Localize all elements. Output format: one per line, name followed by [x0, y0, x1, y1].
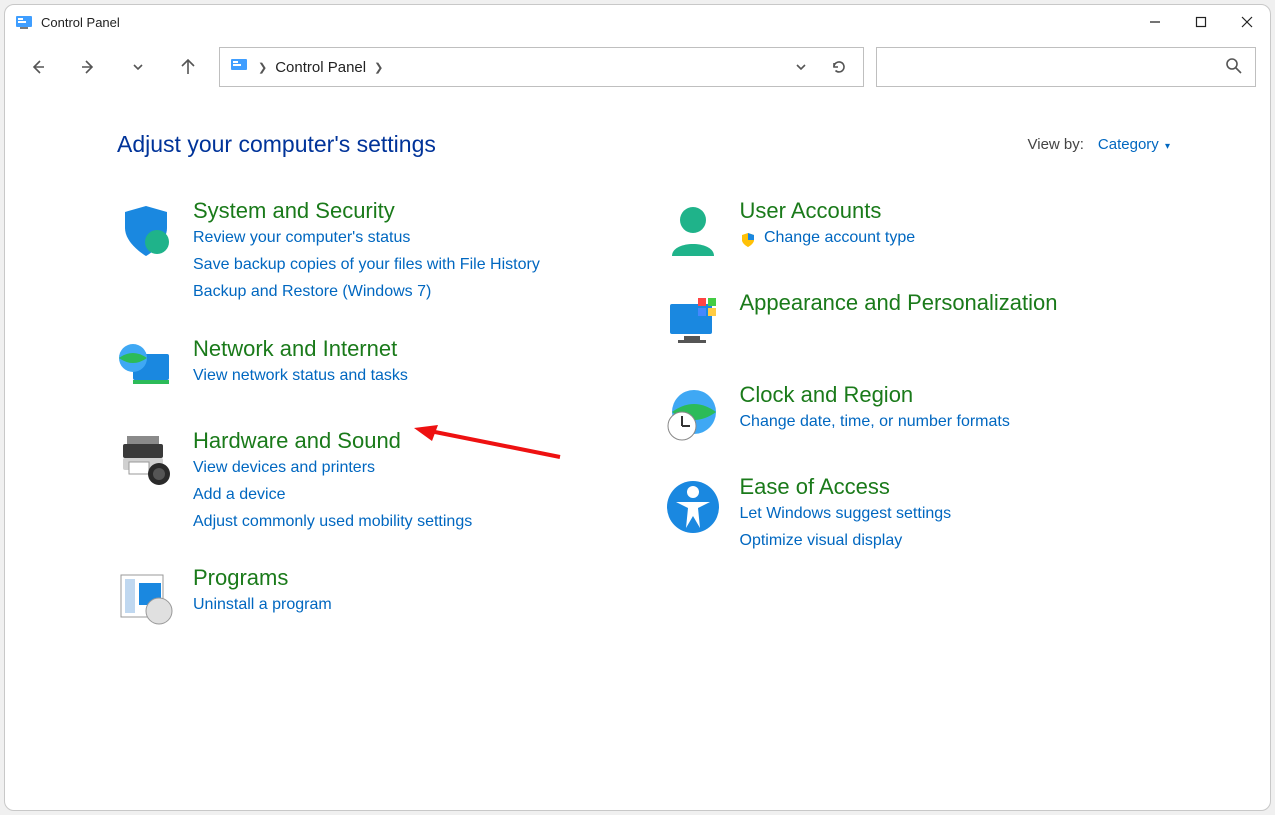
breadcrumb-segment[interactable]: Control Panel	[275, 59, 366, 76]
maximize-button[interactable]	[1178, 5, 1224, 39]
category-link-hardware-sound[interactable]: Hardware and Sound	[193, 428, 401, 453]
sublink-view-devices-printers[interactable]: View devices and printers	[193, 454, 472, 481]
toolbar: ❯ Control Panel ❯	[5, 39, 1270, 101]
sublink[interactable]: Save backup copies of your files with Fi…	[193, 251, 540, 278]
search-input[interactable]	[887, 59, 1225, 76]
category-system-security: System and Security Review your computer…	[117, 198, 624, 306]
up-button[interactable]	[169, 48, 207, 86]
content-area: Adjust your computer's settings View by:…	[5, 101, 1270, 810]
sublink[interactable]: Adjust commonly used mobility settings	[193, 508, 472, 535]
category-network-internet: Network and Internet View network status…	[117, 336, 624, 398]
refresh-button[interactable]	[825, 53, 853, 81]
category-clock-region: Clock and Region Change date, time, or n…	[664, 382, 1171, 444]
left-column: System and Security Review your computer…	[117, 198, 624, 657]
search-icon[interactable]	[1225, 57, 1245, 77]
view-by-control: View by: Category ▾	[1028, 136, 1171, 153]
accessibility-icon	[664, 478, 722, 536]
breadcrumb[interactable]: ❯ Control Panel ❯	[258, 59, 777, 76]
caret-down-icon: ▾	[1165, 141, 1170, 152]
category-user-accounts: User Accounts Change account type	[664, 198, 1171, 260]
view-by-dropdown[interactable]: Category ▾	[1098, 136, 1170, 153]
category-programs: Programs Uninstall a program	[117, 565, 624, 627]
back-button[interactable]	[19, 48, 57, 86]
programs-icon	[117, 569, 175, 627]
control-panel-window: Control Panel ❯ Control Panel ❯	[4, 4, 1271, 811]
shield-icon	[117, 202, 175, 260]
globe-monitor-icon	[117, 340, 175, 398]
category-appearance-personalization: Appearance and Personalization	[664, 290, 1171, 352]
close-button[interactable]	[1224, 5, 1270, 39]
sublink[interactable]: Review your computer's status	[193, 224, 540, 251]
category-hardware-sound: Hardware and Sound View devices and prin…	[117, 428, 624, 536]
titlebar: Control Panel	[5, 5, 1270, 39]
window-title: Control Panel	[41, 15, 1132, 30]
category-link-user-accounts[interactable]: User Accounts	[740, 198, 882, 223]
address-icon	[230, 56, 248, 79]
sublink[interactable]: Add a device	[193, 481, 472, 508]
address-bar[interactable]: ❯ Control Panel ❯	[219, 47, 864, 87]
category-ease-of-access: Ease of Access Let Windows suggest setti…	[664, 474, 1171, 554]
chevron-right-icon: ❯	[258, 61, 267, 74]
sublink-label: Change account type	[764, 229, 915, 246]
sublink[interactable]: Let Windows suggest settings	[740, 500, 952, 527]
recent-dropdown-button[interactable]	[119, 48, 157, 86]
uac-shield-icon	[740, 230, 756, 246]
printer-camera-icon	[117, 432, 175, 490]
view-by-label: View by:	[1028, 136, 1084, 153]
user-icon	[664, 202, 722, 260]
forward-button[interactable]	[69, 48, 107, 86]
category-link-network-internet[interactable]: Network and Internet	[193, 336, 397, 361]
control-panel-app-icon	[15, 13, 33, 31]
sublink[interactable]: Change account type	[740, 224, 916, 251]
view-by-value: Category	[1098, 136, 1159, 153]
search-box[interactable]	[876, 47, 1256, 87]
category-link-ease-of-access[interactable]: Ease of Access	[740, 474, 890, 499]
clock-globe-icon	[664, 386, 722, 444]
page-heading: Adjust your computer's settings	[117, 131, 436, 158]
sublink[interactable]: View network status and tasks	[193, 362, 408, 389]
monitor-personalize-icon	[664, 294, 722, 352]
sublink[interactable]: Change date, time, or number formats	[740, 408, 1010, 435]
sublink[interactable]: Uninstall a program	[193, 591, 332, 618]
category-link-system-security[interactable]: System and Security	[193, 198, 395, 223]
category-link-appearance[interactable]: Appearance and Personalization	[740, 290, 1058, 315]
minimize-button[interactable]	[1132, 5, 1178, 39]
address-dropdown-button[interactable]	[787, 53, 815, 81]
sublink[interactable]: Backup and Restore (Windows 7)	[193, 278, 540, 305]
chevron-right-icon: ❯	[374, 61, 383, 74]
sublink[interactable]: Optimize visual display	[740, 527, 952, 554]
right-column: User Accounts Change account type Appear…	[664, 198, 1171, 657]
category-link-programs[interactable]: Programs	[193, 565, 288, 590]
category-link-clock-region[interactable]: Clock and Region	[740, 382, 914, 407]
